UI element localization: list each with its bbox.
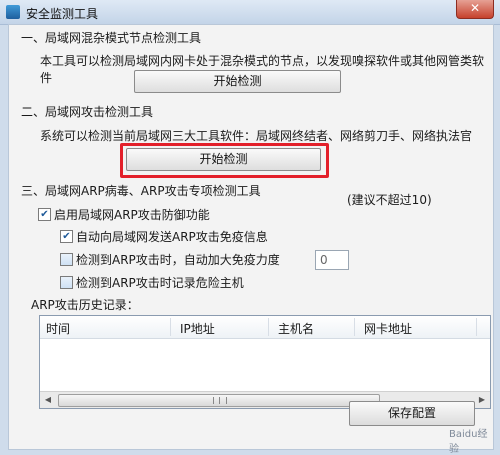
section2-heading: 二、局域网攻击检测工具 (21, 105, 154, 119)
section1-heading: 一、局域网混杂模式节点检测工具 (21, 31, 202, 45)
checkbox-record-hosts[interactable] (60, 276, 73, 289)
scroll-right-icon[interactable]: ▶ (474, 392, 490, 408)
column-time[interactable]: 时间 (46, 320, 70, 337)
label-record-hosts: 检测到ARP攻击时记录危险主机 (76, 276, 244, 290)
close-icon: ✕ (469, 1, 481, 15)
check-icon: ✔ (62, 231, 71, 242)
close-button[interactable]: ✕ (456, 0, 494, 19)
label-auto-send-immunity: 自动向局域网发送ARP攻击免疫信息 (76, 230, 268, 244)
immunity-level-input[interactable]: 0 (315, 250, 349, 270)
client-area: 一、局域网混杂模式节点检测工具 本工具可以检测局域网内网卡处于混杂模式的节点，以… (8, 24, 494, 455)
section3-heading: 三、局域网ARP病毒、ARP攻击专项检测工具 (21, 184, 261, 198)
section1-start-button[interactable]: 开始检测 (134, 70, 341, 93)
label-increase-immunity: 检测到ARP攻击时，自动加大免疫力度 (76, 253, 280, 267)
app-icon (6, 5, 20, 19)
table-header: 时间 IP地址 主机名 网卡地址 (40, 316, 490, 339)
immunity-note: (建议不超过10) (347, 193, 432, 207)
title-bar[interactable]: 安全监测工具 ✕ (0, 0, 500, 25)
arp-history-table[interactable]: 时间 IP地址 主机名 网卡地址 ◀ ▶ (39, 315, 491, 409)
section2-start-button[interactable]: 开始检测 (126, 148, 321, 171)
checkbox-enable-arp-defense[interactable]: ✔ (38, 208, 51, 221)
scrollbar-thumb[interactable] (58, 394, 380, 407)
save-config-button[interactable]: 保存配置 (349, 401, 475, 426)
scroll-left-icon[interactable]: ◀ (40, 392, 56, 408)
window-title: 安全监测工具 (26, 7, 99, 21)
checkbox-increase-immunity[interactable] (60, 253, 73, 266)
column-ip[interactable]: IP地址 (180, 320, 215, 337)
app-window: 安全监测工具 ✕ 一、局域网混杂模式节点检测工具 本工具可以检测局域网内网卡处于… (0, 0, 500, 455)
column-hostname[interactable]: 主机名 (278, 320, 314, 337)
arp-history-title: ARP攻击历史记录： (31, 298, 139, 312)
watermark-text: Baidu经验 (449, 429, 488, 455)
column-mac[interactable]: 网卡地址 (364, 320, 412, 337)
label-enable-arp-defense: 启用局域网ARP攻击防御功能 (54, 208, 210, 222)
section2-description: 系统可以检测当前局域网三大工具软件：局域网终结者、网络剪刀手、网络执法官 (40, 129, 473, 143)
check-icon: ✔ (40, 209, 49, 220)
checkbox-auto-send-immunity[interactable]: ✔ (60, 230, 73, 243)
